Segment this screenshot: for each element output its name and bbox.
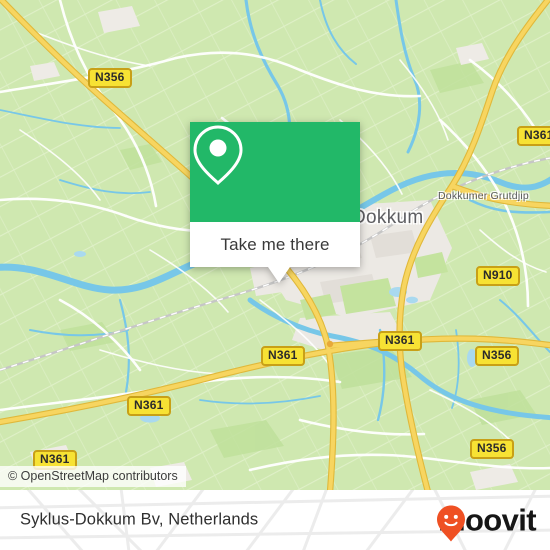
shield-n356-se[interactable]: N356 xyxy=(475,346,519,366)
map-canvas[interactable]: Dokkum Dokkumer Grutdjip N356 N361 N910 … xyxy=(0,0,550,490)
location-popup-card[interactable]: Take me there xyxy=(190,122,360,283)
osm-attribution[interactable]: © OpenStreetMap contributors xyxy=(0,466,186,487)
take-me-there-button[interactable]: Take me there xyxy=(190,222,360,267)
shield-n361-ne[interactable]: N361 xyxy=(517,126,550,146)
shield-n356-s[interactable]: N356 xyxy=(470,439,514,459)
water-label-dokkumer-grutdjip: Dokkumer Grutdjip xyxy=(438,190,529,202)
popup-pointer-tail xyxy=(268,267,290,283)
place-label-dokkum: Dokkum xyxy=(352,207,424,228)
footer-bar: Syklus-Dokkum Bv, Netherlands moovit xyxy=(0,490,550,550)
moovit-map-screenshot: Dokkum Dokkumer Grutdjip N356 N361 N910 … xyxy=(0,0,550,550)
shield-n361-c[interactable]: N361 xyxy=(378,331,422,351)
shield-n910-e[interactable]: N910 xyxy=(476,266,520,286)
shield-n361-sw[interactable]: N361 xyxy=(261,346,305,366)
footer-place-title: Syklus-Dokkum Bv, Netherlands xyxy=(20,510,259,529)
shield-n356-nw[interactable]: N356 xyxy=(88,68,132,88)
moovit-logo[interactable]: moovit xyxy=(436,505,537,542)
popup-image-area xyxy=(190,122,360,222)
shield-n361-s[interactable]: N361 xyxy=(127,396,171,416)
